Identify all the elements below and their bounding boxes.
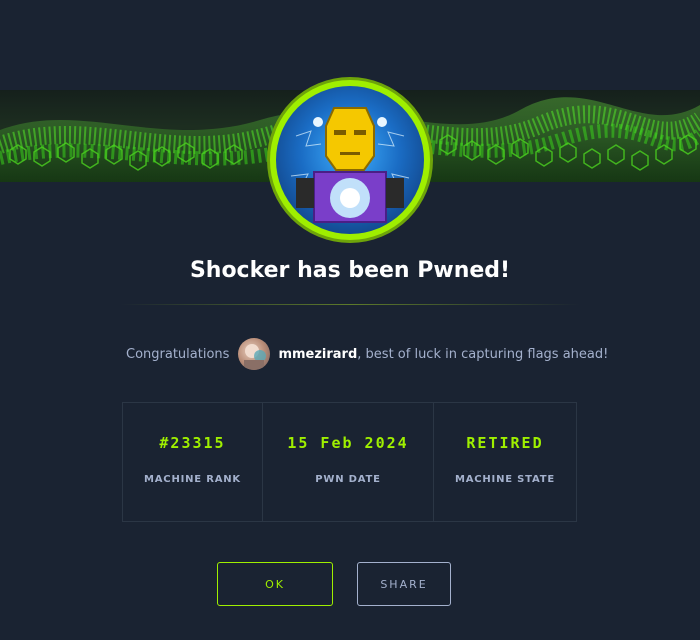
pwned-dialog: Shocker has been Pwned! Congratulations … (0, 0, 700, 640)
stat-value: RETIRED (466, 434, 544, 452)
stat-machine-state: RETIRED MACHINE STATE (434, 403, 576, 521)
stat-value: #23315 (159, 434, 226, 452)
stat-machine-rank: #23315 MACHINE RANK (123, 403, 263, 521)
stat-value: 15 Feb 2024 (287, 434, 409, 452)
machine-logo-image (276, 86, 424, 234)
share-button[interactable]: SHARE (357, 562, 451, 606)
username-link[interactable]: mmezirard (278, 347, 357, 362)
stat-label: PWN DATE (315, 474, 381, 485)
congrats-message: Congratulations mmezirard , best of luck… (126, 338, 608, 370)
user-avatar[interactable] (238, 338, 271, 370)
page-title: Shocker has been Pwned! (189, 258, 511, 283)
stats-panel: #23315 MACHINE RANK 15 Feb 2024 PWN DATE… (122, 402, 577, 522)
congrats-suffix: , best of luck in capturing flags ahead! (357, 346, 609, 362)
ok-button[interactable]: OK (217, 562, 333, 606)
machine-avatar (270, 80, 430, 240)
stat-label: MACHINE RANK (144, 474, 241, 485)
congrats-prefix: Congratulations (126, 346, 230, 362)
stat-pwn-date: 15 Feb 2024 PWN DATE (263, 403, 434, 521)
stat-label: MACHINE STATE (454, 474, 556, 485)
divider (120, 304, 580, 305)
